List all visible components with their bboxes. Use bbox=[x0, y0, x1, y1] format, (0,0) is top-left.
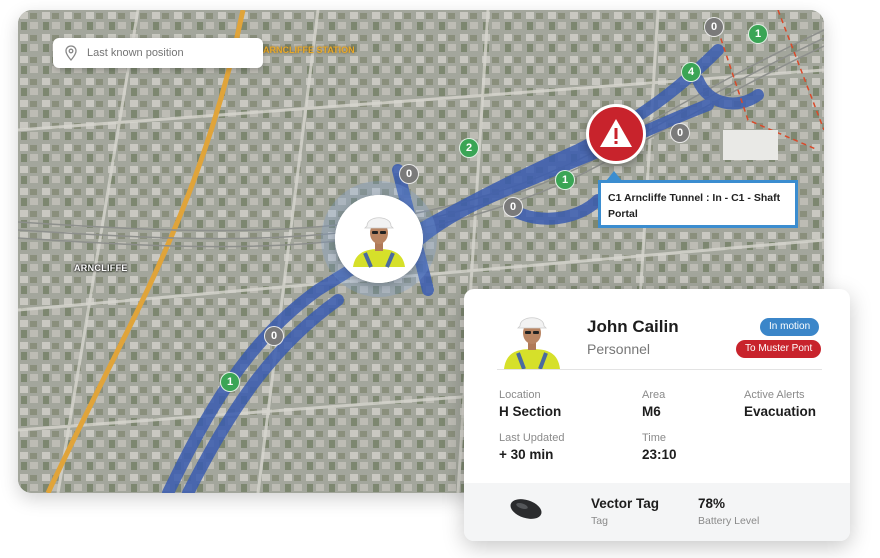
status-badge: In motion bbox=[760, 318, 820, 336]
alert-marker[interactable] bbox=[586, 104, 646, 164]
updated-field: Last Updated + 30 min bbox=[499, 432, 564, 462]
alerts-value: Evacuation bbox=[744, 404, 817, 419]
worker-avatar-icon bbox=[335, 195, 423, 283]
updated-value: + 30 min bbox=[499, 447, 554, 462]
location-field: Location H Section bbox=[499, 389, 561, 419]
person-role: Personnel bbox=[587, 341, 651, 357]
battery-value: 78% bbox=[698, 496, 726, 511]
alerts-label: Active Alerts bbox=[744, 389, 805, 401]
zone-node[interactable]: 0 bbox=[503, 197, 523, 217]
zone-node[interactable]: 0 bbox=[704, 17, 724, 37]
worker-marker[interactable] bbox=[335, 195, 423, 283]
zone-node[interactable]: 0 bbox=[399, 164, 419, 184]
divider bbox=[497, 369, 822, 370]
zone-node[interactable]: 0 bbox=[670, 123, 690, 143]
person-card: John Cailin Personnel In motion To Muste… bbox=[464, 289, 850, 541]
warning-icon bbox=[600, 119, 632, 147]
person-avatar bbox=[504, 317, 560, 369]
search-input[interactable] bbox=[85, 46, 259, 60]
device-footer: Vector Tag Tag 78% Battery Level bbox=[464, 483, 850, 541]
zone-node[interactable]: 1 bbox=[555, 170, 575, 190]
updated-label: Last Updated bbox=[499, 432, 565, 444]
alerts-field: Active Alerts Evacuation bbox=[744, 389, 816, 419]
suburb-label: ARNCLIFFE bbox=[74, 263, 128, 273]
time-value: 23:10 bbox=[642, 447, 677, 462]
muster-badge[interactable]: To Muster Pont bbox=[736, 340, 822, 358]
time-field: Time 23:10 bbox=[642, 432, 677, 462]
zone-node[interactable]: 2 bbox=[459, 138, 479, 158]
device-type: Tag bbox=[591, 515, 608, 527]
zone-node[interactable]: 0 bbox=[264, 326, 284, 346]
position-search[interactable] bbox=[53, 38, 263, 68]
zone-node[interactable]: 1 bbox=[748, 24, 768, 44]
zone-node[interactable]: 1 bbox=[220, 372, 240, 392]
area-label: Area bbox=[642, 389, 666, 401]
area-value: M6 bbox=[642, 404, 661, 419]
person-name: John Cailin bbox=[587, 317, 679, 336]
device-name: Vector Tag bbox=[591, 496, 660, 511]
time-label: Time bbox=[642, 432, 667, 444]
alert-tooltip: C1 Arncliffe Tunnel : In - C1 - Shaft Po… bbox=[598, 180, 798, 228]
location-label: Location bbox=[499, 389, 541, 401]
location-pin-icon bbox=[65, 45, 77, 61]
area-field: Area M6 bbox=[642, 389, 665, 419]
station-label: ARNCLIFFE STATION bbox=[263, 45, 355, 55]
tag-device-icon bbox=[510, 499, 542, 519]
zone-node[interactable]: 4 bbox=[681, 62, 701, 82]
location-value: H Section bbox=[499, 404, 562, 419]
battery-label: Battery Level bbox=[698, 515, 760, 527]
